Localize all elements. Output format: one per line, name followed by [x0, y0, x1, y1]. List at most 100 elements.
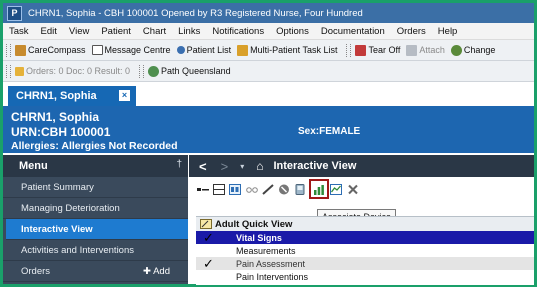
highlight-box: [309, 179, 329, 199]
flowsheet-icon[interactable]: [330, 184, 342, 195]
patient-tab-name: CHRN1, Sophia: [16, 90, 97, 102]
attach-label: Attach: [419, 45, 445, 55]
patient-tab[interactable]: CHRN1, Sophia ×: [8, 86, 136, 106]
table-icon[interactable]: [229, 184, 241, 195]
tear-off-label: Tear Off: [368, 45, 401, 55]
menu-item-patient-summary[interactable]: Patient Summary: [3, 177, 188, 198]
toolbar-separator-grip: [346, 43, 352, 57]
multi-patient-task-list-icon: [237, 44, 249, 56]
title-bar: P CHRN1, Sophia - CBH 100001 Opened by R…: [3, 3, 534, 23]
pin-icon[interactable]: †: [176, 159, 182, 170]
menu-item-activities-and-interventions[interactable]: Activities and Interventions: [3, 240, 188, 261]
toolbar-grip[interactable]: [6, 43, 11, 57]
patient-list-button[interactable]: Patient List: [176, 45, 232, 55]
navigator-band-header[interactable]: Adult Quick View: [196, 217, 534, 231]
home-icon[interactable]: ⌂: [256, 159, 263, 173]
menu-item-label: Patient Summary: [21, 181, 94, 193]
associate-device-icon[interactable]: [294, 184, 306, 195]
app-icon: P: [7, 5, 22, 21]
close-tab-icon[interactable]: ×: [119, 90, 130, 101]
main-toolbar: CareCompass Message Centre Patient List …: [3, 40, 534, 61]
menu-links[interactable]: Links: [172, 26, 206, 37]
toolbar2-separator-grip: [139, 64, 145, 78]
forward-icon[interactable]: >: [221, 159, 229, 174]
menu-header: Menu †: [3, 155, 188, 177]
message-centre-button[interactable]: Message Centre: [91, 45, 171, 55]
patient-list-icon: [176, 46, 185, 54]
change-icon: [450, 44, 462, 56]
history-dropdown-icon[interactable]: ▾: [240, 162, 244, 171]
menu-patient[interactable]: Patient: [95, 26, 137, 37]
menu-title: Menu: [19, 160, 48, 172]
add-label: Add: [153, 265, 170, 277]
menu-item-interactive-view[interactable]: Interactive View: [6, 219, 188, 240]
tear-off-button[interactable]: Tear Off: [355, 44, 401, 56]
menu-help[interactable]: Help: [432, 26, 464, 37]
care-compass-button[interactable]: CareCompass: [15, 44, 86, 56]
message-centre-label: Message Centre: [104, 45, 171, 55]
menu-task[interactable]: Task: [3, 26, 35, 37]
change-button[interactable]: Change: [450, 44, 496, 56]
band-sheet-icon: [200, 219, 212, 229]
menu-options[interactable]: Options: [270, 26, 315, 37]
banner-patient-name: CHRN1, Sophia: [11, 110, 100, 124]
counters-item[interactable]: Orders: 0 Doc: 0 Result: 0: [15, 66, 130, 76]
menu-chart[interactable]: Chart: [137, 26, 172, 37]
navigator-section-label: Pain Interventions: [236, 271, 309, 282]
back-icon[interactable]: <: [199, 159, 207, 174]
multi-patient-task-list-button[interactable]: Multi-Patient Task List: [237, 44, 338, 56]
menu-edit[interactable]: Edit: [35, 26, 63, 37]
grid-icon[interactable]: [213, 184, 225, 195]
content-header: < > ▾ ⌂ Interactive View: [189, 155, 534, 177]
menu-item-label: Activities and Interventions: [21, 244, 135, 256]
attach-icon: [406, 44, 418, 56]
toolbar2-grip[interactable]: [6, 64, 11, 78]
menu-documentation[interactable]: Documentation: [315, 26, 391, 37]
navigator-band-title: Adult Quick View: [215, 218, 293, 230]
add-orders-button[interactable]: ✚ Add: [143, 266, 170, 277]
connector-icon[interactable]: [197, 184, 209, 195]
navigator-section-label: Measurements: [236, 245, 296, 256]
navigator-section-label: Vital Signs: [236, 232, 282, 243]
navigator-section-pain-interventions[interactable]: Pain Interventions: [196, 270, 534, 283]
plus-icon: ✚: [143, 265, 151, 277]
content-title: Interactive View: [273, 160, 357, 172]
glasses-icon[interactable]: [246, 184, 258, 195]
patient-list-label: Patient List: [186, 45, 232, 55]
care-compass-label: CareCompass: [28, 45, 86, 55]
navigator-panel: Adult Quick View ✓ Vital Signs Measureme…: [196, 216, 534, 285]
secondary-toolbar: Orders: 0 Doc: 0 Result: 0 Path Queensla…: [3, 61, 534, 82]
tear-off-icon: [355, 44, 367, 56]
interactive-view-toolbar: [189, 177, 534, 203]
left-menu: Menu † Patient Summary Managing Deterior…: [3, 155, 188, 284]
change-label: Change: [463, 45, 496, 55]
counters-text: Orders: 0 Doc: 0 Result: 0: [26, 66, 131, 76]
navigator-section-pain-assessment[interactable]: ✓ Pain Assessment: [196, 256, 534, 271]
attach-button[interactable]: Attach: [406, 44, 445, 56]
menu-item-label: Orders: [21, 265, 51, 277]
path-queensland-icon: [148, 65, 160, 77]
menu-item-managing-deterioration[interactable]: Managing Deterioration: [3, 198, 188, 219]
counters-icon: [15, 66, 24, 76]
banner-sex: Sex:FEMALE: [298, 126, 361, 137]
menu-item-orders[interactable]: Orders ✚ Add: [3, 261, 188, 282]
window-title: CHRN1, Sophia - CBH 100001 Opened by R3 …: [28, 7, 363, 19]
menu-notifications[interactable]: Notifications: [206, 26, 270, 37]
navigator-section-vital-signs[interactable]: ✓ Vital Signs: [196, 230, 534, 245]
menu-view[interactable]: View: [63, 26, 95, 37]
pencil-icon[interactable]: [262, 184, 274, 195]
path-queensland-link[interactable]: Path Queensland: [148, 65, 231, 77]
close-icon[interactable]: [347, 184, 359, 195]
menu-item-label: Managing Deterioration: [21, 202, 120, 214]
patient-tab-bar: CHRN1, Sophia ×: [3, 82, 534, 106]
multi-patient-task-list-label: Multi-Patient Task List: [250, 45, 338, 55]
navigator-section-measurements[interactable]: Measurements: [196, 244, 534, 257]
menu-orders[interactable]: Orders: [391, 26, 432, 37]
menu-bar: Task Edit View Patient Chart Links Notif…: [3, 23, 534, 40]
patient-banner: CHRN1, Sophia URN:CBH 100001 Allergies: …: [3, 106, 534, 153]
path-queensland-label: Path Queensland: [161, 66, 231, 76]
clear-icon[interactable]: [278, 184, 290, 195]
care-compass-icon: [15, 44, 26, 56]
message-centre-icon: [91, 45, 103, 55]
banner-allergies[interactable]: Allergies: Allergies Not Recorded: [11, 140, 178, 152]
